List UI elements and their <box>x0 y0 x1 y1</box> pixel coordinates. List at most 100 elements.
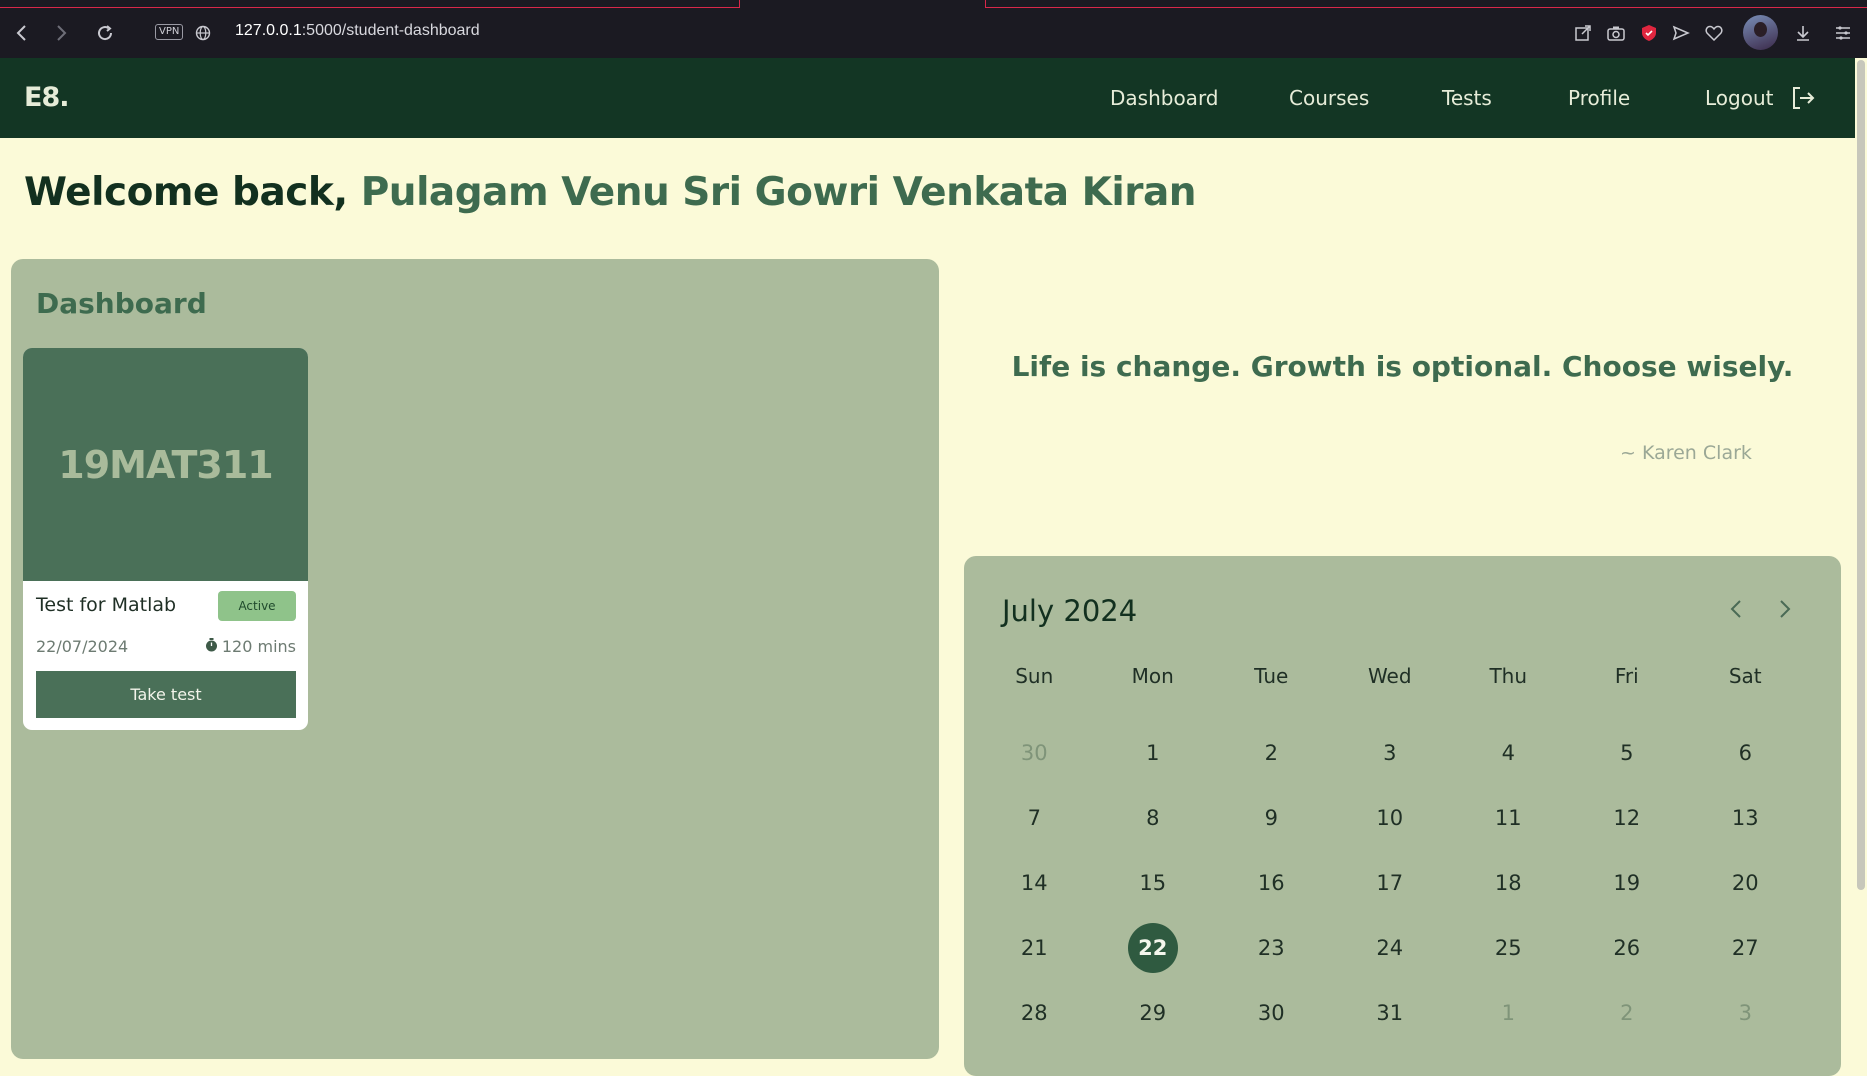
calendar-day[interactable]: 2 <box>1568 980 1687 1045</box>
calendar-day[interactable]: 21 <box>975 915 1094 980</box>
profile-avatar[interactable] <box>1743 15 1778 50</box>
test-name: Test for Matlab <box>36 594 177 616</box>
calendar-day-number: 16 <box>1257 870 1285 895</box>
calendar-day[interactable]: 31 <box>1331 980 1450 1045</box>
calendar-week-row: 7 8 9 10 11 12 13 <box>975 785 1805 850</box>
weekday-label: Thu <box>1489 664 1528 688</box>
status-badge: Active <box>218 591 296 621</box>
calendar-day[interactable]: 26 <box>1568 915 1687 980</box>
take-test-button[interactable]: Take test <box>36 671 296 718</box>
quote-text: Life is change. Growth is optional. Choo… <box>1011 350 1794 383</box>
url-host: 127.0.0.1 <box>235 22 302 39</box>
calendar-day-number: 28 <box>1020 1000 1048 1025</box>
nav-dashboard[interactable]: Dashboard <box>1110 86 1219 110</box>
send-icon[interactable] <box>1668 20 1694 46</box>
url-path: :5000/student-dashboard <box>301 22 480 39</box>
scroll-thumb[interactable] <box>1857 60 1865 890</box>
reload-icon[interactable] <box>92 20 118 46</box>
test-duration: 120 mins <box>205 637 296 656</box>
calendar-day[interactable]: 8 <box>1094 785 1213 850</box>
nav-courses[interactable]: Courses <box>1289 86 1369 110</box>
test-card-header: 19MAT311 <box>23 348 308 581</box>
calendar-day-number: 12 <box>1613 805 1641 830</box>
calendar-day[interactable]: 3 <box>1331 720 1450 785</box>
calendar-day[interactable]: 7 <box>975 785 1094 850</box>
calendar-day[interactable]: 16 <box>1212 850 1331 915</box>
calendar-day[interactable]: 25 <box>1449 915 1568 980</box>
address-bar[interactable]: 127.0.0.1:5000/student-dashboard <box>235 22 480 40</box>
tab-strip-left <box>0 0 740 8</box>
nav-tests[interactable]: Tests <box>1442 86 1492 110</box>
calendar-widget: July 2024 Sun Mon Tue Wed Thu Fri Sat 30… <box>964 556 1841 1076</box>
menu-icon[interactable] <box>1830 20 1856 46</box>
calendar-grid: Sun Mon Tue Wed Thu Fri Sat 30 1 2 3 4 5 6 7 8 9 1… <box>975 656 1805 1045</box>
back-icon[interactable] <box>9 20 35 46</box>
calendar-day-number: 27 <box>1731 935 1759 960</box>
calendar-day[interactable]: 12 <box>1568 785 1687 850</box>
calendar-day[interactable]: 6 <box>1686 720 1805 785</box>
logout-icon[interactable] <box>1790 85 1816 115</box>
calendar-day[interactable]: 17 <box>1331 850 1450 915</box>
calendar-day[interactable]: 14 <box>975 850 1094 915</box>
calendar-day-number: 30 <box>1020 740 1048 765</box>
calendar-week-row: 14 15 16 17 18 19 20 <box>975 850 1805 915</box>
weekday-label: Mon <box>1131 664 1174 688</box>
calendar-day-number: 3 <box>1738 1000 1752 1025</box>
calendar-day-number: 4 <box>1501 740 1515 765</box>
calendar-day[interactable]: 24 <box>1331 915 1450 980</box>
chevron-left-icon[interactable] <box>1721 594 1751 624</box>
calendar-day[interactable]: 18 <box>1449 850 1568 915</box>
calendar-day[interactable]: 30 <box>1212 980 1331 1045</box>
calendar-day[interactable]: 10 <box>1331 785 1450 850</box>
calendar-day[interactable]: 28 <box>975 980 1094 1045</box>
forward-icon[interactable] <box>48 20 74 46</box>
weekday-label: Fri <box>1614 664 1639 688</box>
dashboard-title: Dashboard <box>36 287 207 320</box>
calendar-day-selected[interactable]: 22 <box>1094 915 1213 980</box>
calendar-week-row: 30 1 2 3 4 5 6 <box>975 720 1805 785</box>
calendar-day[interactable]: 19 <box>1568 850 1687 915</box>
calendar-day[interactable]: 11 <box>1449 785 1568 850</box>
vpn-badge[interactable]: VPN <box>155 24 184 40</box>
calendar-day[interactable]: 15 <box>1094 850 1213 915</box>
download-icon[interactable] <box>1790 20 1816 46</box>
calendar-day[interactable]: 3 <box>1686 980 1805 1045</box>
calendar-day-number: 10 <box>1376 805 1404 830</box>
calendar-day-number: 23 <box>1257 935 1285 960</box>
quote-author: ~ Karen Clark <box>1620 442 1752 464</box>
calendar-day[interactable]: 30 <box>975 720 1094 785</box>
calendar-day[interactable]: 23 <box>1212 915 1331 980</box>
globe-icon <box>190 20 216 46</box>
calendar-day[interactable]: 4 <box>1449 720 1568 785</box>
heart-icon[interactable] <box>1701 20 1727 46</box>
calendar-day[interactable]: 9 <box>1212 785 1331 850</box>
calendar-day[interactable]: 2 <box>1212 720 1331 785</box>
nav-profile[interactable]: Profile <box>1568 86 1630 110</box>
nav-logout[interactable]: Logout <box>1705 86 1773 110</box>
tab-strip-right <box>985 0 1867 8</box>
calendar-day-number: 30 <box>1257 1000 1285 1025</box>
site-logo[interactable]: E8. <box>24 82 69 113</box>
student-name: Pulagam Venu Sri Gowri Venkata Kiran <box>360 170 1197 215</box>
calendar-day[interactable]: 1 <box>1449 980 1568 1045</box>
duration-text: 120 mins <box>221 637 296 656</box>
page-scrollbar[interactable] <box>1855 58 1867 1050</box>
camera-icon[interactable] <box>1603 20 1629 46</box>
course-code: 19MAT311 <box>58 442 273 487</box>
calendar-day[interactable]: 13 <box>1686 785 1805 850</box>
calendar-day-number: 1 <box>1146 740 1160 765</box>
calendar-day[interactable]: 27 <box>1686 915 1805 980</box>
calendar-day[interactable]: 29 <box>1094 980 1213 1045</box>
calendar-day[interactable]: 5 <box>1568 720 1687 785</box>
shield-icon[interactable] <box>1636 20 1662 46</box>
weekday-label: Sun <box>1015 664 1054 688</box>
calendar-day-number: 3 <box>1383 740 1397 765</box>
calendar-day-number: 5 <box>1620 740 1634 765</box>
calendar-day[interactable]: 1 <box>1094 720 1213 785</box>
calendar-day-number: 8 <box>1146 805 1160 830</box>
share-icon[interactable] <box>1570 20 1596 46</box>
chevron-right-icon[interactable] <box>1770 594 1800 624</box>
calendar-day-number: 31 <box>1376 1000 1404 1025</box>
test-card[interactable]: 19MAT311 Test for Matlab Active 22/07/20… <box>23 348 308 730</box>
calendar-day[interactable]: 20 <box>1686 850 1805 915</box>
